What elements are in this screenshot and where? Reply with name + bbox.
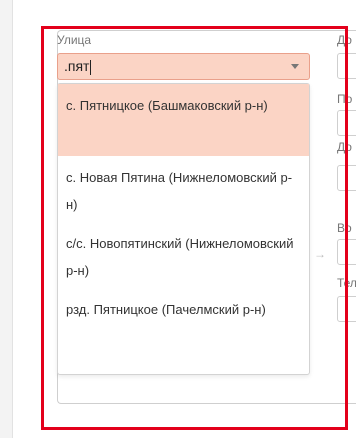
field-input-2[interactable]	[337, 110, 356, 136]
list-item[interactable]: с/с. Новопятинский (Нижнеломовский р-н)	[58, 222, 309, 288]
street-input[interactable]: .пят	[58, 58, 291, 75]
street-dropdown-list: с. Пятницкое (Башмаковский р-н) с. Новая…	[57, 83, 310, 375]
list-item[interactable]: рзд. Пятницкое (Пачелмский р-н)	[58, 288, 309, 354]
arrow-right-icon: →	[314, 247, 326, 261]
field-input-5[interactable]	[337, 296, 356, 322]
field-input-3[interactable]	[337, 165, 356, 191]
field-input-1[interactable]	[337, 53, 356, 79]
field-label-2: По	[337, 92, 353, 106]
field-input-4[interactable]	[337, 239, 356, 265]
field-label-3: До	[337, 140, 352, 154]
chevron-down-icon[interactable]	[291, 64, 299, 69]
field-label-5: Тел	[337, 276, 356, 290]
field-label-1: До	[337, 33, 352, 47]
list-item[interactable]: с. Новая Пятина (Нижнеломовский р-н)	[58, 156, 309, 222]
street-combobox[interactable]: .пят	[57, 53, 310, 80]
field-label-4: Во	[337, 221, 352, 235]
street-input-text: .пят	[64, 58, 90, 75]
street-label: Улица	[57, 33, 92, 47]
divider	[12, 0, 13, 438]
text-cursor	[90, 59, 92, 75]
list-item[interactable]: с. Пятницкое (Башмаковский р-н)	[58, 84, 309, 156]
